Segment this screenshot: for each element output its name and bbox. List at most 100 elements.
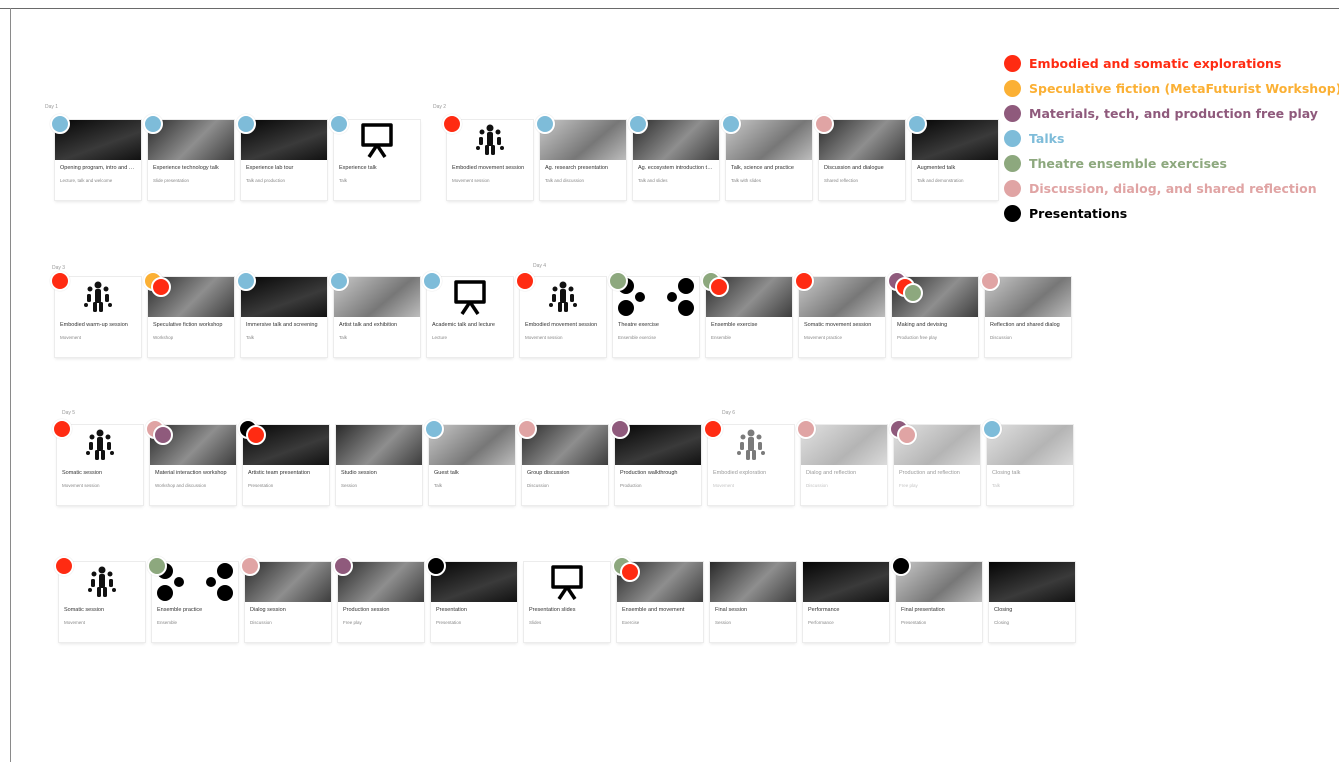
- activity-card[interactable]: Group discussion Discussion: [522, 425, 608, 505]
- activity-card[interactable]: Artist talk and exhibition Talk: [334, 277, 420, 357]
- activity-card[interactable]: Embodied warm-up session Movement: [55, 277, 141, 357]
- card-title: Ag. research presentation: [545, 165, 608, 171]
- card-title: Experience technology talk: [153, 165, 219, 171]
- card-subtitle: Ensemble: [157, 620, 178, 625]
- card-title: Reflection and shared dialog: [990, 322, 1060, 328]
- card-title: Theatre exercise: [618, 322, 659, 328]
- card-title: Somatic movement session: [804, 322, 872, 328]
- activity-card[interactable]: Opening program, intro and welcome Lectur…: [55, 120, 141, 200]
- card-title: Augmented talk: [917, 165, 956, 171]
- card-title: Dialog and reflection: [806, 470, 857, 476]
- card-subtitle: Movement: [713, 483, 735, 488]
- card-title: Discussion and dialogue: [824, 165, 884, 171]
- group-tag: Day 3: [52, 265, 66, 271]
- card-title: Embodied movement session: [525, 322, 598, 328]
- category-dot-icon: [535, 114, 555, 134]
- category-dot-icon: [333, 556, 353, 576]
- activity-card[interactable]: Performance Performance: [803, 562, 889, 642]
- card-subtitle: Lecture: [432, 335, 448, 340]
- card-title: Studio session: [341, 470, 377, 476]
- card-title: Embodied warm-up session: [60, 322, 128, 328]
- legend-item: Materials, tech, and production free pla…: [1004, 101, 1339, 126]
- card-subtitle: Movement: [60, 335, 82, 340]
- activity-card[interactable]: Experience talk Talk: [334, 120, 420, 200]
- activity-card[interactable]: Academic talk and lecture Lecture: [427, 277, 513, 357]
- card-subtitle: Workshop and discussion: [155, 483, 207, 488]
- activity-card[interactable]: Ag. ecosystem introduction to history Tal…: [633, 120, 719, 200]
- category-dot-icon: [329, 114, 349, 134]
- activity-card[interactable]: Reflection and shared dialog Discussion: [985, 277, 1071, 357]
- activity-card[interactable]: Production session Free play: [338, 562, 424, 642]
- activity-card[interactable]: Final presentation Presentation: [896, 562, 982, 642]
- card-subtitle: Production: [620, 483, 642, 488]
- activity-card[interactable]: Dialog session Discussion: [245, 562, 331, 642]
- card-subtitle: Talk with slides: [731, 178, 762, 183]
- activity-card[interactable]: Immersive talk and screening Talk: [241, 277, 327, 357]
- card-subtitle: Free play: [343, 620, 362, 625]
- legend-color-dot-icon: [1004, 180, 1021, 197]
- card-subtitle: Talk and demonstration: [917, 178, 964, 183]
- card-title: Academic talk and lecture: [432, 322, 495, 328]
- activity-card[interactable]: Somatic movement session Movement practic…: [799, 277, 885, 357]
- legend-label: Theatre ensemble exercises: [1029, 156, 1227, 171]
- activity-card[interactable]: Embodied movement session Movement sessio…: [520, 277, 606, 357]
- category-dot-icon: [147, 556, 167, 576]
- category-dot-icon: [907, 114, 927, 134]
- card-title: Artistic team presentation: [248, 470, 311, 476]
- activity-card[interactable]: Experience technology talk Slide presenta…: [148, 120, 234, 200]
- activity-card[interactable]: Augmented talk Talk and demonstration: [912, 120, 998, 200]
- activity-card[interactable]: Ensemble practice Ensemble: [152, 562, 238, 642]
- card-subtitle: Performance: [808, 620, 834, 625]
- category-dot-icon: [703, 419, 723, 439]
- legend-label: Talks: [1029, 131, 1065, 146]
- activity-card[interactable]: Studio session Session: [336, 425, 422, 505]
- card-subtitle: Slide presentation: [153, 178, 190, 183]
- card-subtitle: Movement session: [62, 483, 100, 488]
- activity-card[interactable]: Discussion and dialogue Shared reflection: [819, 120, 905, 200]
- category-dot-icon: [891, 556, 911, 576]
- activity-card[interactable]: Theatre exercise Ensemble exercise: [613, 277, 699, 357]
- legend-item: Embodied and somatic explorations: [1004, 51, 1339, 76]
- activity-card[interactable]: Guest talk Talk: [429, 425, 515, 505]
- activity-card[interactable]: Production walkthrough Production: [615, 425, 701, 505]
- activity-card[interactable]: Closing Closing: [989, 562, 1075, 642]
- card-subtitle: Talk: [246, 335, 255, 340]
- activity-card[interactable]: Experience lab tour Talk and production: [241, 120, 327, 200]
- activity-card[interactable]: Embodied movement session Movement sessio…: [447, 120, 533, 200]
- category-dot-icon: [980, 271, 1000, 291]
- activity-card[interactable]: Presentation slides Slides: [524, 562, 610, 642]
- activity-card[interactable]: Closing talk Talk: [987, 425, 1073, 505]
- activity-card[interactable]: Final session Session: [710, 562, 796, 642]
- card-title: Artist talk and exhibition: [339, 322, 398, 328]
- activity-card[interactable]: Ag. research presentation Talk and discus…: [540, 120, 626, 200]
- legend-label: Materials, tech, and production free pla…: [1029, 106, 1318, 121]
- activity-card[interactable]: Dialog and reflection Discussion: [801, 425, 887, 505]
- category-dot-icon: [814, 114, 834, 134]
- category-dot-icon: [153, 425, 173, 445]
- group-tag: Day 5: [62, 410, 76, 416]
- card-subtitle: Shared reflection: [824, 178, 859, 183]
- category-dot-icon: [240, 556, 260, 576]
- frame-top-border: [0, 8, 1339, 9]
- legend-item: Talks: [1004, 126, 1339, 151]
- legend-label: Speculative fiction (MetaFuturist Worksh…: [1029, 81, 1339, 96]
- card-title: Ensemble and movement: [622, 607, 685, 613]
- card-title: Ensemble exercise: [711, 322, 758, 328]
- card-thumbnail: [989, 562, 1075, 602]
- activity-card[interactable]: Embodied exploration Movement: [708, 425, 794, 505]
- category-dot-icon: [151, 277, 171, 297]
- card-subtitle: Presentation: [436, 620, 462, 625]
- legend-color-dot-icon: [1004, 155, 1021, 172]
- activity-card[interactable]: Presentation Presentation: [431, 562, 517, 642]
- category-dot-icon: [50, 114, 70, 134]
- legend-color-dot-icon: [1004, 55, 1021, 72]
- activity-card[interactable]: Somatic session Movement: [59, 562, 145, 642]
- card-subtitle: Session: [715, 620, 732, 625]
- card-title: Embodied exploration: [713, 470, 767, 476]
- category-dot-icon: [515, 271, 535, 291]
- activity-card[interactable]: Talk, science and practice Talk with slid…: [726, 120, 812, 200]
- category-dot-icon: [54, 556, 74, 576]
- activity-card[interactable]: Somatic session Movement session: [57, 425, 143, 505]
- card-subtitle: Session: [341, 483, 358, 488]
- masks-icon: [155, 562, 235, 602]
